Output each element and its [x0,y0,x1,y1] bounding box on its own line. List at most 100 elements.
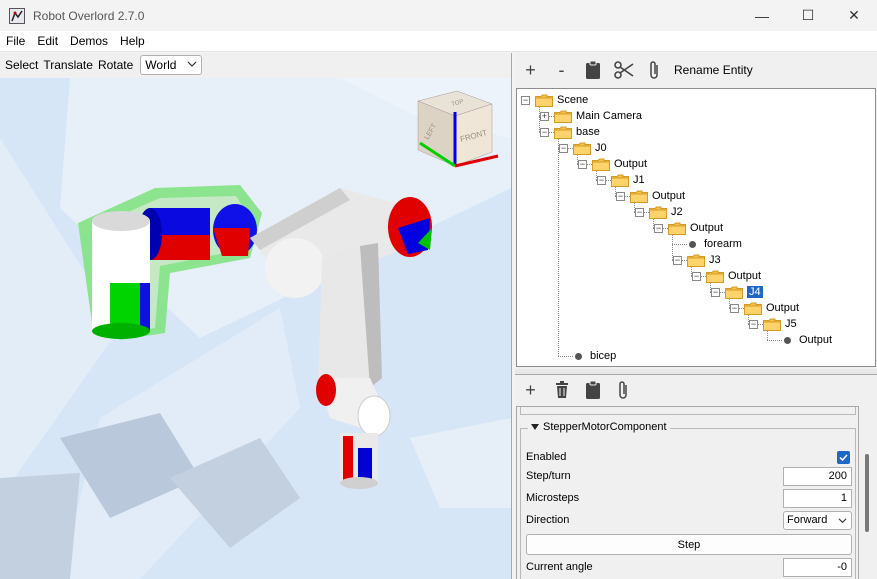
paperclip-icon [649,61,658,79]
tree-node-label: Output [728,270,762,282]
collapse-toggle-icon[interactable]: − [559,144,568,153]
expand-toggle-icon[interactable]: + [540,112,549,121]
paperclip-icon [618,381,627,399]
step-turn-input[interactable]: 200 [783,466,852,486]
menu-file[interactable]: File [0,34,31,48]
tree-node-label: J1 [633,174,645,186]
tree-node-label: J2 [671,206,683,218]
tree-connector [672,244,687,245]
tree-node[interactable]: bicep [573,348,616,364]
collapse-toggle-icon[interactable]: − [654,224,663,233]
maximize-button[interactable]: ☐ [785,0,831,31]
step-button[interactable]: Step [526,534,852,555]
tree-node[interactable]: Output [592,156,647,172]
tree-node[interactable]: J2 [649,204,683,220]
tree-node[interactable]: Output [744,300,799,316]
tree-guide [710,283,711,292]
tree-node[interactable]: Output [782,332,832,348]
component-header[interactable]: StepperMotorComponent [528,421,670,433]
component-title: StepperMotorComponent [543,421,667,433]
microsteps-input[interactable]: 1 [783,488,852,508]
menu-help[interactable]: Help [114,34,151,48]
tree-node[interactable]: Output [630,188,685,204]
add-entity-button[interactable]: + [515,55,546,85]
folder-icon [554,126,572,139]
component-list: StepperMotorComponent Enabled Step/turn … [516,406,859,579]
translate-tool-button[interactable]: Translate [41,58,96,72]
app-icon [9,7,25,24]
checkmark-icon [839,453,848,461]
frame-select[interactable]: World [140,55,203,75]
tree-node[interactable]: J0 [573,140,607,156]
microsteps-label: Microsteps [526,492,580,504]
collapse-toggle-icon[interactable]: − [635,208,644,217]
attach-component-button[interactable] [608,375,639,405]
folder-icon [744,302,762,315]
cut-entity-button[interactable] [608,55,639,85]
collapse-toggle-icon[interactable]: − [521,96,530,105]
tree-node[interactable]: Scene [535,92,588,108]
menu-edit[interactable]: Edit [31,34,64,48]
tree-node[interactable]: Output [706,268,761,284]
tree-node[interactable]: base [554,124,600,140]
chevron-down-icon [838,517,847,523]
collapse-toggle-icon[interactable]: − [673,256,682,265]
tree-guide [748,315,749,324]
collapse-toggle-icon[interactable]: − [540,128,549,137]
collapse-toggle-icon[interactable]: − [711,288,720,297]
component-scrollbar[interactable] [861,406,875,579]
entity-tree[interactable]: Scene − Main Camera + base − J0− Output − J1− Outp… [516,88,876,367]
collapse-toggle-icon[interactable]: − [749,320,758,329]
collapse-toggle-icon[interactable]: − [692,272,701,281]
3d-viewport[interactable]: TOP LEFT FRONT [0,78,511,579]
collapse-toggle-icon[interactable]: − [730,304,739,313]
tree-node[interactable]: Main Camera [554,108,642,124]
tree-node-label: J5 [785,318,797,330]
tree-node[interactable]: J1 [611,172,645,188]
paste-component-button[interactable] [577,375,608,405]
current-angle-input[interactable]: -0 [783,557,852,577]
delete-component-button[interactable] [546,375,577,405]
select-tool-button[interactable]: Select [0,58,41,72]
folder-icon [687,254,705,267]
close-button[interactable]: ✕ [831,0,877,31]
tree-node[interactable]: forearm [687,236,742,252]
tree-node-label: forearm [704,238,742,250]
remove-entity-button[interactable]: - [546,55,577,85]
attach-entity-button[interactable] [639,55,670,85]
minimize-button[interactable]: — [739,0,785,31]
tree-node[interactable]: J3 [687,252,721,268]
tree-guide [558,139,559,356]
add-component-button[interactable]: + [515,375,546,405]
tree-node-label: Scene [557,94,589,106]
rotate-tool-button[interactable]: Rotate [96,58,136,72]
rename-entity-button[interactable]: Rename Entity [674,63,753,77]
step-turn-row: Step/turn 200 [526,466,852,486]
tree-node[interactable]: J4 [725,284,763,300]
tree-node[interactable]: Output [668,220,723,236]
direction-select[interactable]: Forward [783,510,852,530]
collapse-toggle-icon[interactable]: − [597,176,606,185]
tree-node[interactable]: J5 [763,316,797,332]
enabled-checkbox[interactable] [837,450,850,464]
leaf-node-icon [784,336,791,344]
paste-entity-button[interactable] [577,55,608,85]
menu-demos[interactable]: Demos [64,34,114,48]
collapse-triangle-icon [531,424,539,430]
tree-node-label: bicep [590,350,617,362]
collapse-toggle-icon[interactable]: − [616,192,625,201]
previous-component-section [520,407,856,415]
current-angle-row: Current angle -0 [526,557,852,577]
direction-row: Direction Forward [526,510,852,530]
viewport-panel: Select Translate Rotate World TOP LEFT F… [0,53,512,579]
tree-node-label: Output [690,222,724,234]
collapse-toggle-icon[interactable]: − [578,160,587,169]
scrollbar-thumb[interactable] [865,454,869,532]
tree-guide [634,203,635,212]
tree-guide [539,107,540,132]
tree-guide [672,235,673,260]
folder-icon [649,206,667,219]
tree-node-label: Output [766,302,800,314]
title-bar: Robot Overlord 2.7.0 — ☐ ✕ [0,0,877,31]
trash-icon [555,381,568,398]
